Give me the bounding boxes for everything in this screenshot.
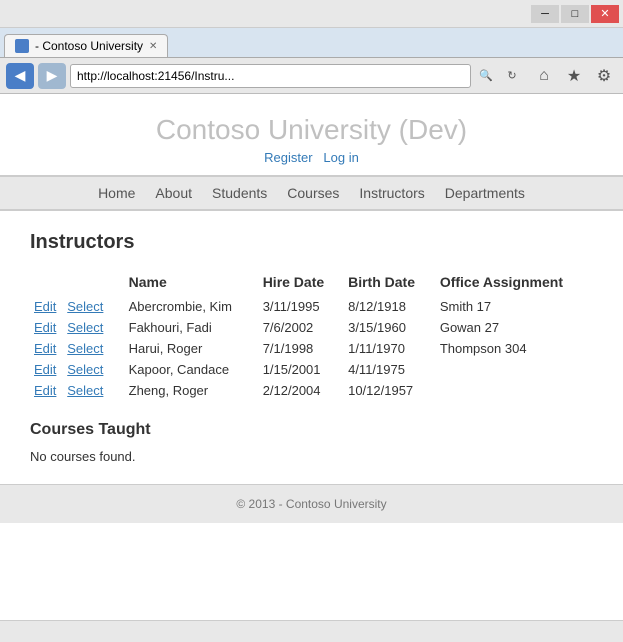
page-content: Contoso University (Dev) Register Log in…: [0, 94, 623, 620]
select-link-2[interactable]: Select: [67, 341, 103, 356]
row-birth-date-2: 1/11/1970: [344, 338, 436, 359]
row-name-4: Zheng, Roger: [125, 380, 259, 401]
tab-close-icon[interactable]: ✕: [149, 41, 157, 52]
row-hire-date-3: 1/15/2001: [259, 359, 344, 380]
row-hire-date-2: 7/1/1998: [259, 338, 344, 359]
row-birth-date-0: 8/12/1918: [344, 296, 436, 317]
login-link[interactable]: Log in: [323, 150, 358, 165]
status-bar: [0, 620, 623, 642]
table-body: Edit Select Abercrombie, Kim 3/11/1995 8…: [30, 296, 593, 401]
row-actions-3: Edit Select: [30, 359, 125, 380]
page-inner: Contoso University (Dev) Register Log in…: [0, 94, 623, 620]
select-link-4[interactable]: Select: [67, 383, 103, 398]
col-hire-date: Hire Date: [259, 270, 344, 296]
site-title: Contoso University (Dev): [0, 114, 623, 146]
row-office-4: [436, 380, 593, 401]
favorites-button[interactable]: ★: [561, 63, 587, 89]
row-birth-date-1: 3/15/1960: [344, 317, 436, 338]
browser-window: ─ □ ✕ - Contoso University ✕ ◀ ▶ 🔍 ↻ ⌂ ★…: [0, 0, 623, 642]
nav-bar: Home About Students Courses Instructors …: [0, 175, 623, 211]
site-auth: Register Log in: [0, 150, 623, 165]
edit-link-1[interactable]: Edit: [34, 320, 56, 335]
edit-link-3[interactable]: Edit: [34, 362, 56, 377]
window-controls: ─ □ ✕: [531, 5, 619, 23]
maximize-button[interactable]: □: [561, 5, 589, 23]
row-hire-date-0: 3/11/1995: [259, 296, 344, 317]
nav-about[interactable]: About: [155, 185, 192, 201]
table-row: Edit Select Abercrombie, Kim 3/11/1995 8…: [30, 296, 593, 317]
nav-instructors[interactable]: Instructors: [359, 185, 424, 201]
row-actions-2: Edit Select: [30, 338, 125, 359]
browser-tools: ⌂ ★ ⚙: [531, 63, 617, 89]
refresh-icon[interactable]: ↻: [501, 65, 523, 87]
home-button[interactable]: ⌂: [531, 63, 557, 89]
row-name-1: Fakhouri, Fadi: [125, 317, 259, 338]
url-input[interactable]: [77, 69, 464, 83]
row-hire-date-4: 2/12/2004: [259, 380, 344, 401]
edit-link-0[interactable]: Edit: [34, 299, 56, 314]
nav-home[interactable]: Home: [98, 185, 135, 201]
browser-tab[interactable]: - Contoso University ✕: [4, 34, 168, 57]
edit-link-2[interactable]: Edit: [34, 341, 56, 356]
minimize-button[interactable]: ─: [531, 5, 559, 23]
instructors-table: Name Hire Date Birth Date Office Assignm…: [30, 270, 593, 401]
tab-bar: - Contoso University ✕: [0, 28, 623, 58]
nav-courses[interactable]: Courses: [287, 185, 339, 201]
forward-button[interactable]: ▶: [38, 63, 66, 89]
col-office: Office Assignment: [436, 270, 593, 296]
row-name-3: Kapoor, Candace: [125, 359, 259, 380]
courses-heading: Courses Taught: [30, 421, 593, 439]
site-header: Contoso University (Dev) Register Log in: [0, 94, 623, 175]
row-birth-date-3: 4/11/1975: [344, 359, 436, 380]
title-bar: ─ □ ✕: [0, 0, 623, 28]
row-office-2: Thompson 304: [436, 338, 593, 359]
row-office-0: Smith 17: [436, 296, 593, 317]
search-icon[interactable]: 🔍: [475, 65, 497, 87]
select-link-1[interactable]: Select: [67, 320, 103, 335]
row-actions-0: Edit Select: [30, 296, 125, 317]
url-box[interactable]: [70, 64, 471, 88]
register-link[interactable]: Register: [264, 150, 312, 165]
row-birth-date-4: 10/12/1957: [344, 380, 436, 401]
select-link-0[interactable]: Select: [67, 299, 103, 314]
main-content: Instructors Name Hire Date Birth Date Of…: [0, 211, 623, 484]
back-icon: ◀: [15, 67, 26, 84]
row-actions-1: Edit Select: [30, 317, 125, 338]
close-button[interactable]: ✕: [591, 5, 619, 23]
table-row: Edit Select Zheng, Roger 2/12/2004 10/12…: [30, 380, 593, 401]
table-row: Edit Select Kapoor, Candace 1/15/2001 4/…: [30, 359, 593, 380]
settings-button[interactable]: ⚙: [591, 63, 617, 89]
back-button[interactable]: ◀: [6, 63, 34, 89]
nav-departments[interactable]: Departments: [445, 185, 525, 201]
row-office-3: [436, 359, 593, 380]
col-actions: [30, 270, 125, 296]
page-heading: Instructors: [30, 231, 593, 254]
table-row: Edit Select Fakhouri, Fadi 7/6/2002 3/15…: [30, 317, 593, 338]
no-courses-text: No courses found.: [30, 449, 593, 464]
col-birth-date: Birth Date: [344, 270, 436, 296]
page-footer: © 2013 - Contoso University: [0, 484, 623, 523]
select-link-3[interactable]: Select: [67, 362, 103, 377]
tab-title: - Contoso University: [35, 39, 143, 53]
edit-link-4[interactable]: Edit: [34, 383, 56, 398]
table-header: Name Hire Date Birth Date Office Assignm…: [30, 270, 593, 296]
row-office-1: Gowan 27: [436, 317, 593, 338]
row-name-0: Abercrombie, Kim: [125, 296, 259, 317]
favicon-icon: [15, 39, 29, 53]
nav-students[interactable]: Students: [212, 185, 267, 201]
row-actions-4: Edit Select: [30, 380, 125, 401]
forward-icon: ▶: [47, 67, 58, 84]
row-hire-date-1: 7/6/2002: [259, 317, 344, 338]
row-name-2: Harui, Roger: [125, 338, 259, 359]
table-row: Edit Select Harui, Roger 7/1/1998 1/11/1…: [30, 338, 593, 359]
address-bar: ◀ ▶ 🔍 ↻ ⌂ ★ ⚙: [0, 58, 623, 94]
col-name: Name: [125, 270, 259, 296]
